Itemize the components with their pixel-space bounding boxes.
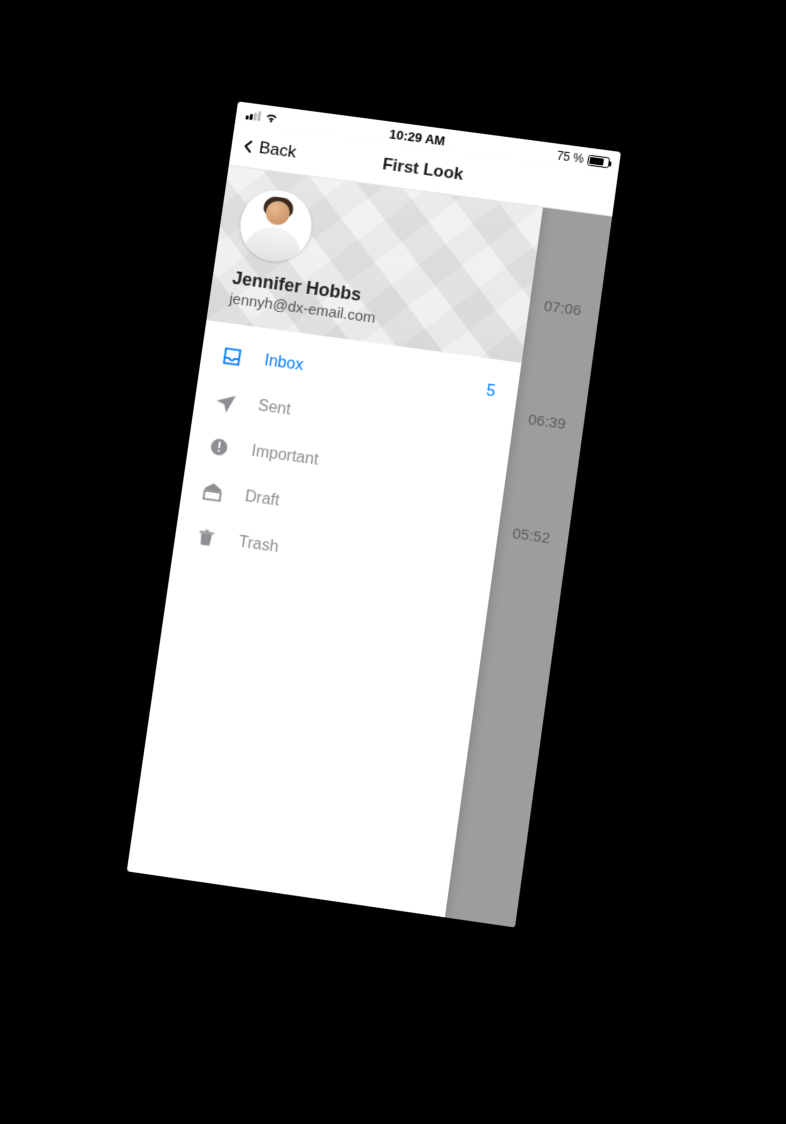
send-icon (213, 390, 238, 415)
trash-icon (194, 526, 219, 551)
chevron-left-icon (238, 136, 258, 156)
avatar[interactable] (236, 186, 317, 266)
menu-item-label: Draft (244, 488, 281, 511)
inbox-badge: 5 (485, 382, 496, 401)
back-button[interactable]: Back (238, 135, 297, 162)
menu-item-label: Important (250, 443, 319, 470)
battery-icon (587, 154, 610, 168)
back-label: Back (258, 138, 298, 162)
wifi-icon (264, 110, 280, 125)
draft-icon (200, 480, 225, 505)
inbox-icon (220, 344, 245, 369)
menu-item-label: Trash (237, 534, 279, 557)
content-area: 07:06 06:39 05:52 Jennifer Hobbs jennyh@… (127, 166, 612, 928)
cellular-signal-icon (245, 110, 261, 122)
important-icon (207, 435, 232, 460)
drawer-menu: Inbox 5 Sent Important (171, 320, 522, 611)
phone-screen: 10:29 AM 75 % Back First Look 07:06 (127, 101, 621, 927)
menu-item-label: Inbox (263, 352, 304, 375)
battery-percent: 75 % (556, 149, 585, 166)
menu-item-label: Sent (257, 397, 292, 419)
